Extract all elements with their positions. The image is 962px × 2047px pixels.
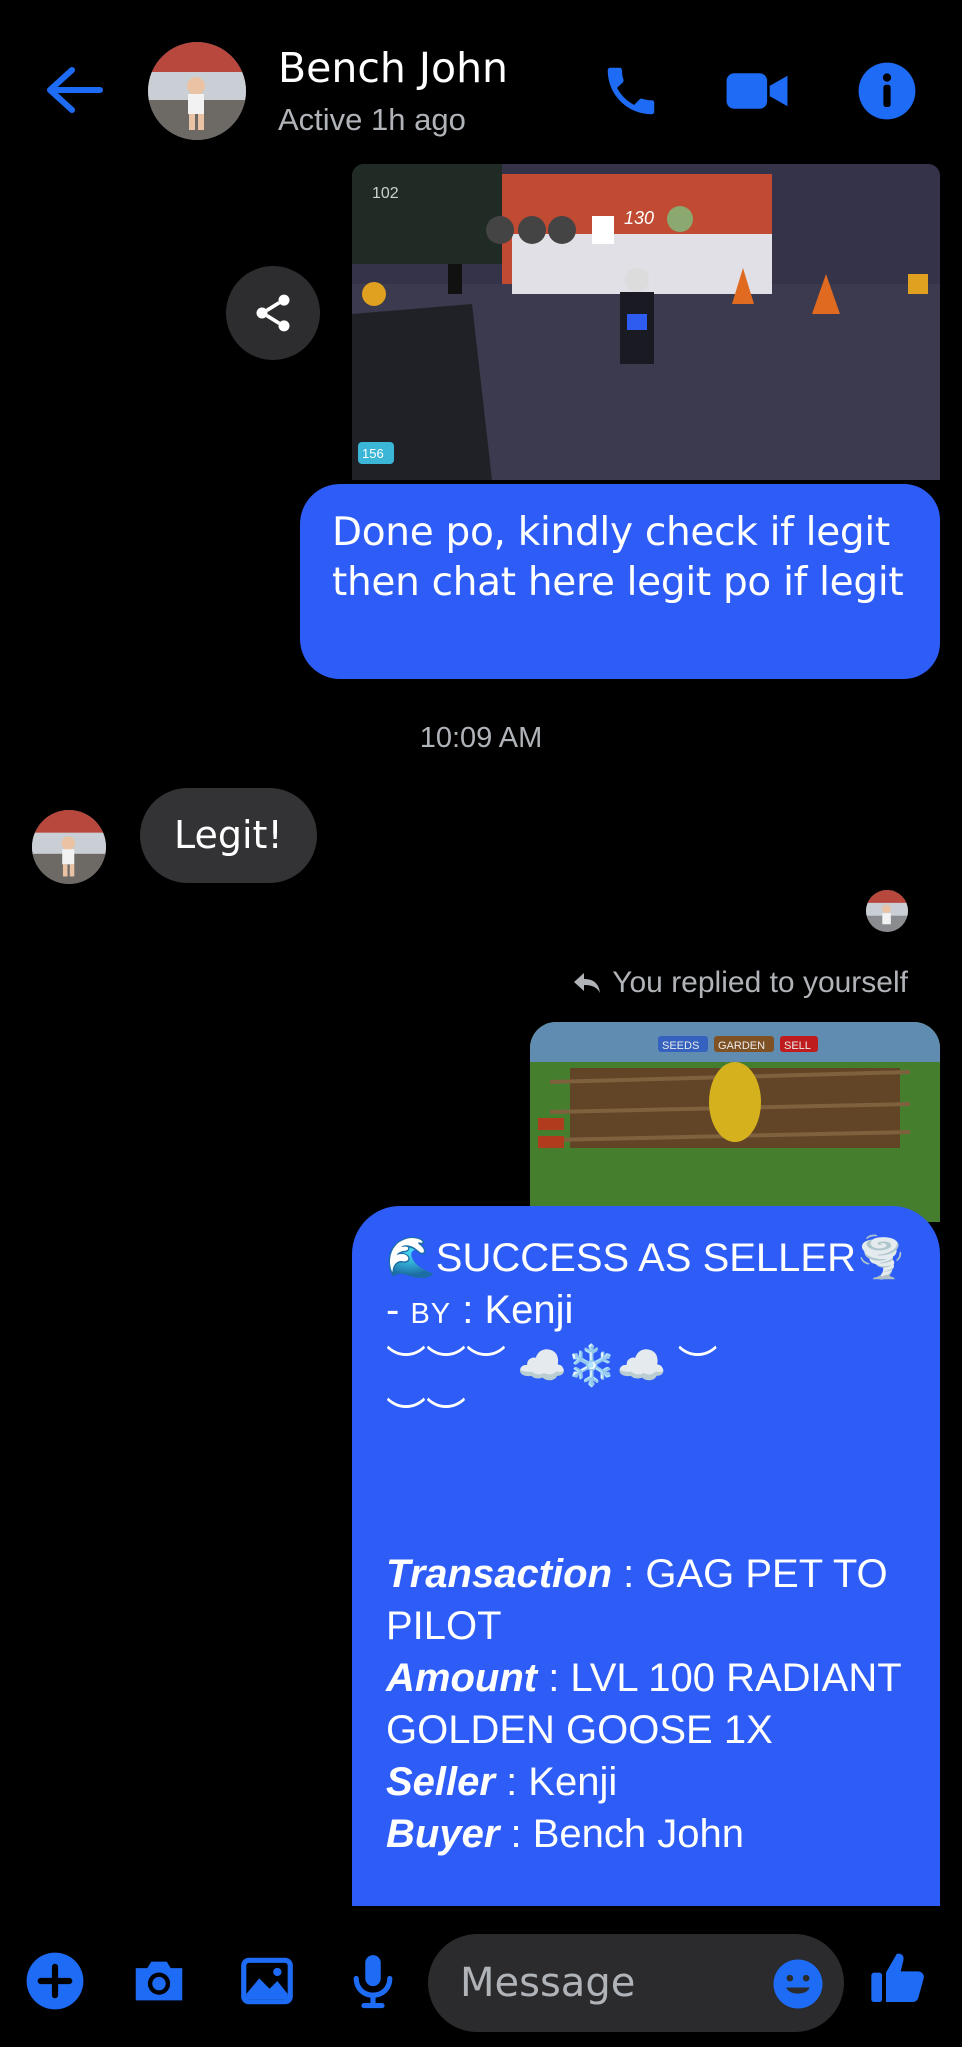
phone-icon bbox=[607, 67, 655, 115]
send-like-button[interactable] bbox=[866, 1946, 930, 2010]
thumbs-up-icon bbox=[871, 1953, 924, 2002]
message-field[interactable] bbox=[428, 1934, 844, 2032]
microphone-icon bbox=[353, 1955, 393, 2009]
screenshot-label-156: 156 bbox=[362, 446, 384, 461]
video-call-button[interactable] bbox=[724, 60, 788, 122]
message-timestamp: 10:09 AM bbox=[419, 722, 543, 754]
camera-button[interactable] bbox=[128, 1950, 190, 2012]
emoji-icon bbox=[773, 1959, 823, 2009]
receipt-decoration: ︶︶︶ ☁️❄️☁️ ︶ bbox=[386, 1344, 718, 1388]
gallery-button[interactable] bbox=[236, 1950, 298, 2012]
read-receipt-avatar bbox=[866, 890, 908, 932]
replied-image-preview[interactable]: SEEDS GARDEN SELL bbox=[530, 1022, 940, 1222]
reply-label-text: You replied to yourself bbox=[612, 966, 908, 999]
game-tab-garden: GARDEN bbox=[718, 1040, 765, 1052]
reply-indicator: You replied to yourself bbox=[572, 966, 908, 1000]
contact-name[interactable]: Bench John bbox=[278, 44, 508, 92]
message-text: Legit! bbox=[174, 813, 283, 857]
transaction-receipt-bubble[interactable]: 🌊SUCCESS AS SELLER🌪️ - BY : Kenji ︶︶︶ ☁️… bbox=[352, 1206, 940, 1906]
sender-avatar[interactable] bbox=[32, 810, 106, 884]
incoming-message-bubble[interactable]: Legit! bbox=[140, 788, 317, 883]
screenshot-label-130: 130 bbox=[624, 208, 654, 228]
receipt-seller: Seller : Kenji bbox=[386, 1760, 618, 1804]
receipt-by-line: - BY : Kenji bbox=[386, 1288, 574, 1332]
chat-header: Bench John Active 1h ago bbox=[0, 0, 962, 170]
voice-call-button[interactable] bbox=[600, 60, 662, 122]
reply-arrow-icon bbox=[574, 973, 601, 993]
message-composer bbox=[0, 1906, 962, 2047]
message-text: Done po, kindly check if legit then chat… bbox=[332, 510, 904, 605]
game-screenshot-image[interactable]: 102 130 156 bbox=[352, 164, 940, 480]
receipt-decoration: ︶︶ bbox=[386, 1396, 466, 1440]
contact-status: Active 1h ago bbox=[278, 102, 466, 137]
gallery-icon bbox=[241, 1957, 293, 2005]
more-actions-button[interactable] bbox=[24, 1950, 86, 2012]
video-camera-icon bbox=[726, 73, 788, 109]
contact-avatar[interactable] bbox=[148, 42, 246, 140]
share-icon bbox=[256, 294, 290, 332]
voice-message-button[interactable] bbox=[342, 1950, 404, 2012]
game-tab-seeds: SEEDS bbox=[662, 1040, 699, 1052]
info-button[interactable] bbox=[856, 60, 918, 122]
receipt-amount: Amount : LVL 100 RADIANT GOLDEN GOOSE 1X bbox=[386, 1656, 901, 1752]
outgoing-message-bubble[interactable]: Done po, kindly check if legit then chat… bbox=[300, 484, 940, 679]
plus-icon bbox=[26, 1952, 84, 2010]
back-button[interactable] bbox=[44, 62, 106, 118]
emoji-button[interactable] bbox=[770, 1956, 826, 2012]
screenshot-label-102: 102 bbox=[372, 185, 399, 202]
back-arrow-icon bbox=[47, 67, 103, 113]
share-button[interactable] bbox=[226, 266, 320, 360]
game-tab-sell: SELL bbox=[784, 1040, 811, 1052]
receipt-title: 🌊SUCCESS AS SELLER🌪️ bbox=[386, 1236, 906, 1280]
camera-icon bbox=[135, 1961, 183, 2001]
receipt-buyer: Buyer : Bench John bbox=[386, 1812, 744, 1856]
receipt-transaction: Transaction : GAG PET TO PILOT bbox=[386, 1552, 888, 1648]
message-input[interactable] bbox=[460, 1934, 760, 2032]
info-icon bbox=[858, 62, 916, 120]
